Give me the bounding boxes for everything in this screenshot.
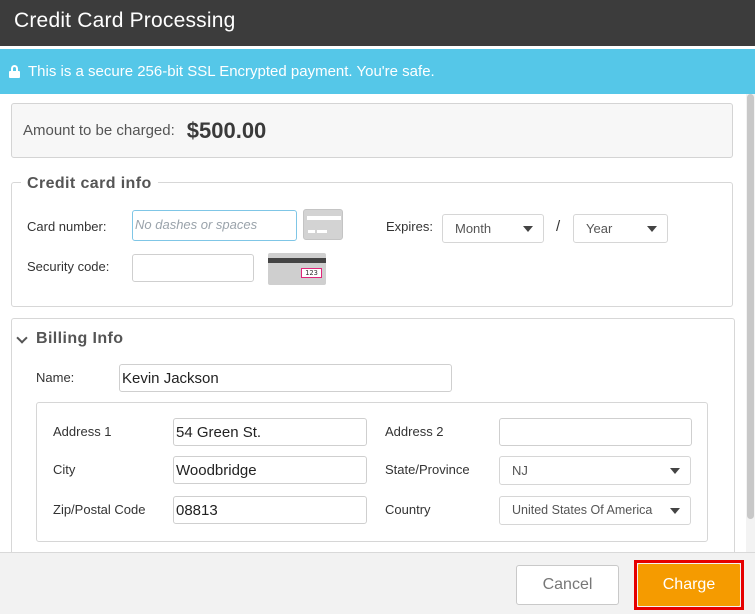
zip-label: Zip/Postal Code	[53, 502, 146, 517]
card-number-input[interactable]: No dashes or spaces	[132, 210, 297, 241]
scrollbar-thumb[interactable]	[747, 94, 754, 519]
expiry-month-value: Month	[455, 221, 492, 236]
security-code-label: Security code:	[27, 259, 110, 274]
form-scroll-area: Amount to be charged: $500.00 Credit car…	[0, 94, 755, 552]
city-label: City	[53, 462, 76, 477]
expires-label: Expires:	[386, 219, 433, 234]
address2-input[interactable]	[499, 418, 692, 446]
credit-card-legend: Credit card info	[21, 175, 158, 193]
billing-legend[interactable]: Billing Info	[30, 330, 129, 348]
card-front-icon	[303, 209, 343, 240]
name-label: Name:	[36, 370, 75, 385]
lock-icon	[9, 65, 20, 78]
security-code-input[interactable]	[132, 254, 254, 282]
card-back-cvv-icon: 123	[268, 253, 326, 285]
charge-button[interactable]: Charge	[638, 564, 740, 606]
address1-input[interactable]: 54 Green St.	[173, 418, 367, 446]
window-title: Credit Card Processing	[0, 0, 755, 46]
name-input[interactable]: Kevin Jackson	[119, 364, 452, 392]
state-label: State/Province	[385, 462, 470, 477]
zip-input[interactable]: 08813	[173, 496, 367, 524]
amount-label: Amount to be charged:	[23, 122, 175, 139]
amount-panel: Amount to be charged: $500.00	[11, 103, 733, 158]
secure-notice-bar: This is a secure 256-bit SSL Encrypted p…	[0, 49, 755, 94]
credit-card-section	[11, 182, 733, 307]
expiry-month-select[interactable]: Month	[442, 214, 544, 243]
chevron-down-icon	[523, 226, 533, 232]
cancel-button[interactable]: Cancel	[516, 565, 619, 605]
dialog-footer: Cancel Charge	[0, 552, 755, 614]
cvv-sample: 123	[301, 268, 322, 278]
expiry-separator: /	[556, 218, 561, 235]
vertical-scrollbar[interactable]	[746, 94, 755, 552]
chevron-down-icon	[670, 508, 680, 514]
card-number-label: Card number:	[27, 219, 107, 234]
country-select[interactable]: United States Of America	[499, 496, 691, 525]
address2-label: Address 2	[385, 424, 444, 439]
country-label: Country	[385, 502, 431, 517]
country-value: United States Of America	[512, 503, 653, 517]
state-select[interactable]: NJ	[499, 456, 691, 485]
amount-value: $500.00	[186, 117, 267, 143]
expiry-year-select[interactable]: Year	[573, 214, 668, 243]
address1-label: Address 1	[53, 424, 112, 439]
secure-notice-text: This is a secure 256-bit SSL Encrypted p…	[28, 63, 435, 80]
city-input[interactable]: Woodbridge	[173, 456, 367, 484]
chevron-down-icon	[647, 226, 657, 232]
state-value: NJ	[512, 463, 528, 478]
card-number-placeholder: No dashes or spaces	[135, 217, 258, 232]
expiry-year-value: Year	[586, 221, 613, 236]
chevron-down-icon	[670, 468, 680, 474]
